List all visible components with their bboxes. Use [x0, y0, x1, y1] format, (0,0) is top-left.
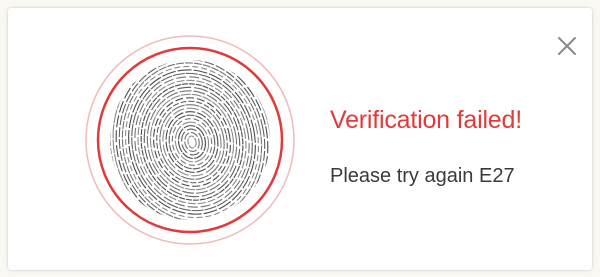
- outer-ring: [85, 35, 295, 245]
- error-message: Please try again E27: [330, 165, 515, 187]
- fingerprint-ridge: [187, 135, 197, 149]
- close-icon: [558, 37, 576, 55]
- fingerprint-ridge: [184, 132, 200, 152]
- fingerprint-ridges: [110, 60, 270, 220]
- fingerprint-ridge: [137, 79, 247, 205]
- verification-dialog: Verification failed! Please try again E2…: [8, 8, 592, 270]
- fingerprint-graphic: [80, 30, 300, 250]
- fingerprint-ridge: [181, 128, 203, 156]
- close-button[interactable]: [553, 32, 581, 60]
- error-title: Verification failed!: [330, 106, 522, 134]
- fingerprint-icon: [85, 35, 295, 245]
